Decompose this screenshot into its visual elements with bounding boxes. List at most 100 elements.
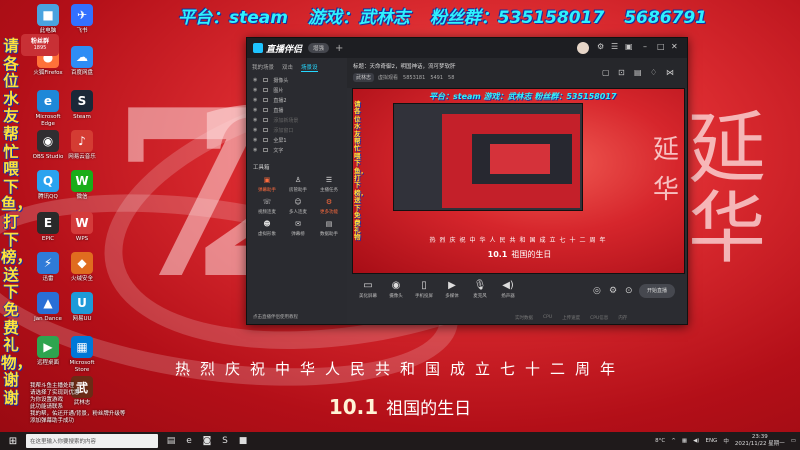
eye-icon[interactable]: ◉ — [253, 77, 257, 83]
windows-start-button[interactable]: ⊞ — [0, 432, 26, 450]
camera-icon[interactable]: ◎ — [593, 286, 601, 296]
eye-icon[interactable]: ◉ — [253, 117, 257, 123]
edge-icon[interactable]: e — [180, 432, 198, 450]
eye-icon[interactable]: ◉ — [253, 87, 257, 93]
eye-icon[interactable]: ◉ — [253, 127, 257, 133]
close-icon[interactable]: ✕ — [671, 42, 678, 51]
preview-banner: 平台：steam 游戏：武林志 粉丝群：535158017 — [429, 92, 617, 101]
notification-icon[interactable]: ▭ — [791, 438, 796, 444]
desktop-icon[interactable]: S Steam — [62, 90, 102, 121]
tool-button[interactable]: ♙ 房管助手 — [284, 175, 312, 193]
control-button[interactable]: ▭ 美化屏幕 — [355, 280, 381, 299]
obs-icon[interactable]: ◙ — [198, 432, 216, 450]
control-button[interactable]: ▯ 手机投屏 — [411, 280, 437, 299]
gear-icon[interactable]: ⚙ — [609, 286, 617, 296]
app-icon: ■ — [37, 4, 59, 26]
app-titlebar[interactable]: 直播伴侣 增强 + ⚙ ☰ ▣ – □ ✕ — [247, 38, 687, 58]
user-avatar[interactable] — [577, 42, 589, 54]
app-icon[interactable]: ■ — [234, 432, 252, 450]
clock-date: 2021/11/22 星期一 — [734, 441, 785, 447]
ime-indicator[interactable]: 中 — [723, 437, 729, 445]
scene-item[interactable]: ◉ 全屏1 — [247, 135, 347, 145]
desktop-icon-label: 网易云音乐 — [68, 154, 96, 160]
scene-item[interactable]: ◉ 摄像头 — [247, 75, 347, 85]
start-live-button[interactable]: 开始直播 — [639, 284, 675, 298]
tool-button[interactable]: ⚙ 更多功能 — [315, 197, 343, 215]
status-item: CPU信息 — [590, 315, 609, 321]
desktop-icon[interactable]: U 网易UU — [62, 292, 102, 323]
scene-item[interactable]: ◉ 直播2 — [247, 95, 347, 105]
eye-icon[interactable]: ◉ — [253, 137, 257, 143]
network-icon[interactable]: ▦ — [682, 438, 687, 444]
scene-label: 直播2 — [273, 97, 287, 104]
scene-item[interactable]: ◉ 添加新场景 — [247, 115, 347, 125]
window-icon[interactable]: ▢ — [602, 68, 610, 77]
app-icon: ✈ — [71, 4, 93, 26]
scene-item[interactable]: ◉ 添加窗口 — [247, 125, 347, 135]
desktop-icon-label: WPS — [75, 236, 89, 242]
lock-icon[interactable]: ⊡ — [618, 68, 625, 77]
add-icon[interactable]: + — [335, 43, 343, 54]
language-indicator[interactable]: ENG — [705, 438, 717, 444]
tool-button[interactable]: ☺ 多人连麦 — [284, 197, 312, 215]
tool-button[interactable]: ☻ 虚拟形象 — [253, 219, 281, 237]
tool-button[interactable]: ✉ 弹幕榜 — [284, 219, 312, 237]
weather-temperature[interactable]: 8°C — [655, 438, 665, 444]
tutorial-tip[interactable]: 点击直播伴侣使用教程 — [253, 314, 298, 320]
tab-scene-settings[interactable]: 场景设 — [301, 63, 318, 72]
eye-icon[interactable]: ◉ — [253, 107, 257, 113]
desktop-icon[interactable]: W WPS — [62, 212, 102, 243]
taskbar-search-input[interactable]: 在这里输入你要搜索的内容 — [26, 434, 158, 448]
tab-double[interactable]: 双击 — [282, 63, 293, 72]
desktop-icon[interactable]: ✈ 飞书 — [62, 4, 102, 35]
desktop-icon[interactable]: ◆ 火绒安全 — [62, 252, 102, 283]
preview-birthday: 10.1 祖国的生日 — [353, 249, 684, 260]
task-view-icon[interactable]: ▤ — [162, 432, 180, 450]
steam-icon[interactable]: S — [216, 432, 234, 450]
scene-item[interactable]: ◉ 直播 — [247, 105, 347, 115]
clock[interactable]: 23:39 2021/11/22 星期一 — [735, 434, 785, 448]
minimize-icon[interactable]: – — [643, 42, 647, 51]
tool-label: 视频连麦 — [258, 210, 276, 215]
stream-title[interactable]: 标题：天命奇御2，明国神话，流可梦软肝 — [353, 62, 456, 70]
bell-icon[interactable]: ♢ — [650, 68, 657, 77]
stream-preview[interactable]: 平台：steam 游戏：武林志 粉丝群：535158017 请各位水友帮忙喂下鱼… — [352, 88, 685, 274]
tool-icon: ▣ — [263, 176, 271, 184]
eye-icon[interactable]: ◉ — [253, 147, 257, 153]
eye-icon[interactable]: ◉ — [253, 97, 257, 103]
tool-button[interactable]: ▣ 弹幕助手 — [253, 175, 281, 193]
desktop-icon[interactable]: ▦ Microsoft Store — [62, 336, 102, 374]
tool-button[interactable]: ☰ 主播任务 — [315, 175, 343, 193]
skin-icon[interactable]: ▣ — [625, 42, 633, 51]
record-icon[interactable]: ⊙ — [625, 286, 633, 296]
fan-group-title: 粉丝群 — [30, 38, 49, 45]
share-icon[interactable]: ⋈ — [666, 68, 674, 77]
category-pill[interactable]: 武林志 — [353, 73, 375, 82]
volume-icon[interactable]: ◀) — [693, 438, 699, 444]
desktop-icon[interactable]: ☁ 百度网盘 — [62, 46, 102, 77]
tool-button[interactable]: ▤ 数据助手 — [315, 219, 343, 237]
settings-icon[interactable]: ⚙ — [597, 42, 604, 51]
maximize-icon[interactable]: □ — [657, 42, 665, 51]
control-button[interactable]: ◉ 摄像头 — [383, 280, 409, 299]
scene-list: ◉ 摄像头 ◉ 图片 ◉ 直播2 ◉ 直播 ◉ 添加新场景 ◉ 添加窗口 ◉ 全屏1 ◉ 文字 — [247, 75, 347, 155]
desktop-icon[interactable]: ♪ 网易云音乐 — [62, 130, 102, 161]
chevron-up-icon[interactable]: ^ — [671, 438, 676, 444]
status-row: 实时数据 CPU 上传速度 CPU信息 内存 — [347, 311, 687, 324]
control-button[interactable]: ◀) 扬声器 — [495, 280, 521, 299]
control-button[interactable]: 🎙 麦克风 — [467, 280, 493, 299]
tool-button[interactable]: ☏ 视频连麦 — [253, 197, 281, 215]
control-icon: ▭ — [363, 280, 373, 291]
status-item: 实时数据 — [515, 315, 533, 321]
scene-item[interactable]: ◉ 图片 — [247, 85, 347, 95]
desktop-icon[interactable]: W 微信 — [62, 170, 102, 201]
left-overlay-banner: 请各位水友帮忙喂下鱼，打下榜，送下免费礼物，谢谢 — [1, 37, 33, 407]
fan-group-badge[interactable]: 粉丝群 1895 — [21, 34, 59, 56]
scene-item[interactable]: ◉ 文字 — [247, 145, 347, 155]
control-button[interactable]: ▶ 多媒体 — [439, 280, 465, 299]
control-label: 手机投屏 — [415, 294, 433, 299]
record-icon[interactable]: ▤ — [634, 68, 642, 77]
menu-icon[interactable]: ☰ — [611, 42, 618, 51]
live-streaming-app-window[interactable]: 直播伴侣 增强 + ⚙ ☰ ▣ – □ ✕ 我的场景 双击 场景设 ◉ 摄像头 ◉ 图… — [246, 37, 688, 325]
tab-my-scenes[interactable]: 我的场景 — [252, 63, 274, 72]
